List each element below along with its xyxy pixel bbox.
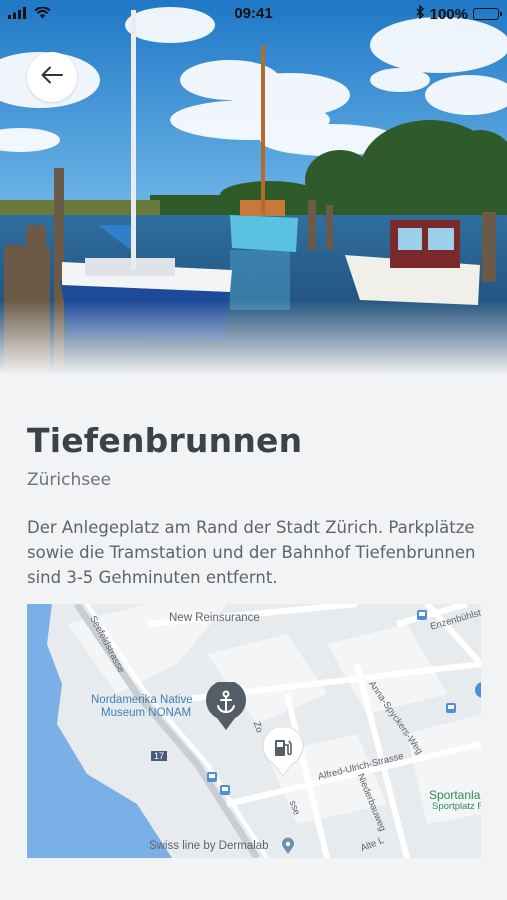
back-button[interactable] — [27, 52, 77, 102]
map-label-museum-line2: Museum NONAM — [101, 707, 192, 719]
map-label-sportplatz: Sportplatz F — [432, 801, 481, 812]
map-label-sportanlage: Sportanla — [429, 788, 481, 802]
map-route-badge: 17 — [151, 751, 168, 761]
status-bar: 09:41 100% — [0, 0, 507, 28]
place-details: Tiefenbrunnen Zürichsee Der Anlegeplatz … — [27, 420, 482, 590]
location-map[interactable]: New Reinsurance Nordamerika Native Museu… — [27, 604, 481, 858]
bus-marker-icon — [219, 784, 231, 796]
map-label-museum-line1: Nordamerika Native — [91, 694, 193, 706]
map-label-new-reinsurance: New Reinsurance — [169, 612, 260, 624]
edge-pin-icon — [473, 682, 481, 700]
bus-stop-marker-icon — [445, 702, 457, 714]
tram-marker-icon — [206, 771, 218, 783]
battery-icon — [473, 8, 502, 20]
transit-marker-icon — [416, 609, 428, 621]
page-title: Tiefenbrunnen — [27, 421, 303, 460]
hero-image — [0, 0, 507, 375]
arrow-left-icon — [41, 66, 63, 88]
location-pin-icon — [281, 837, 295, 855]
bluetooth-icon — [416, 4, 425, 23]
fuel-station-pin[interactable] — [261, 728, 305, 778]
place-subtitle: Zürichsee — [27, 470, 112, 490]
map-label-swiss-line: Swiss line by Dermalab — [149, 840, 269, 852]
harbor-pin[interactable] — [204, 682, 248, 732]
place-description: Der Anlegeplatz am Rand der Stadt Zürich… — [27, 518, 476, 587]
battery-percent: 100% — [429, 5, 468, 23]
